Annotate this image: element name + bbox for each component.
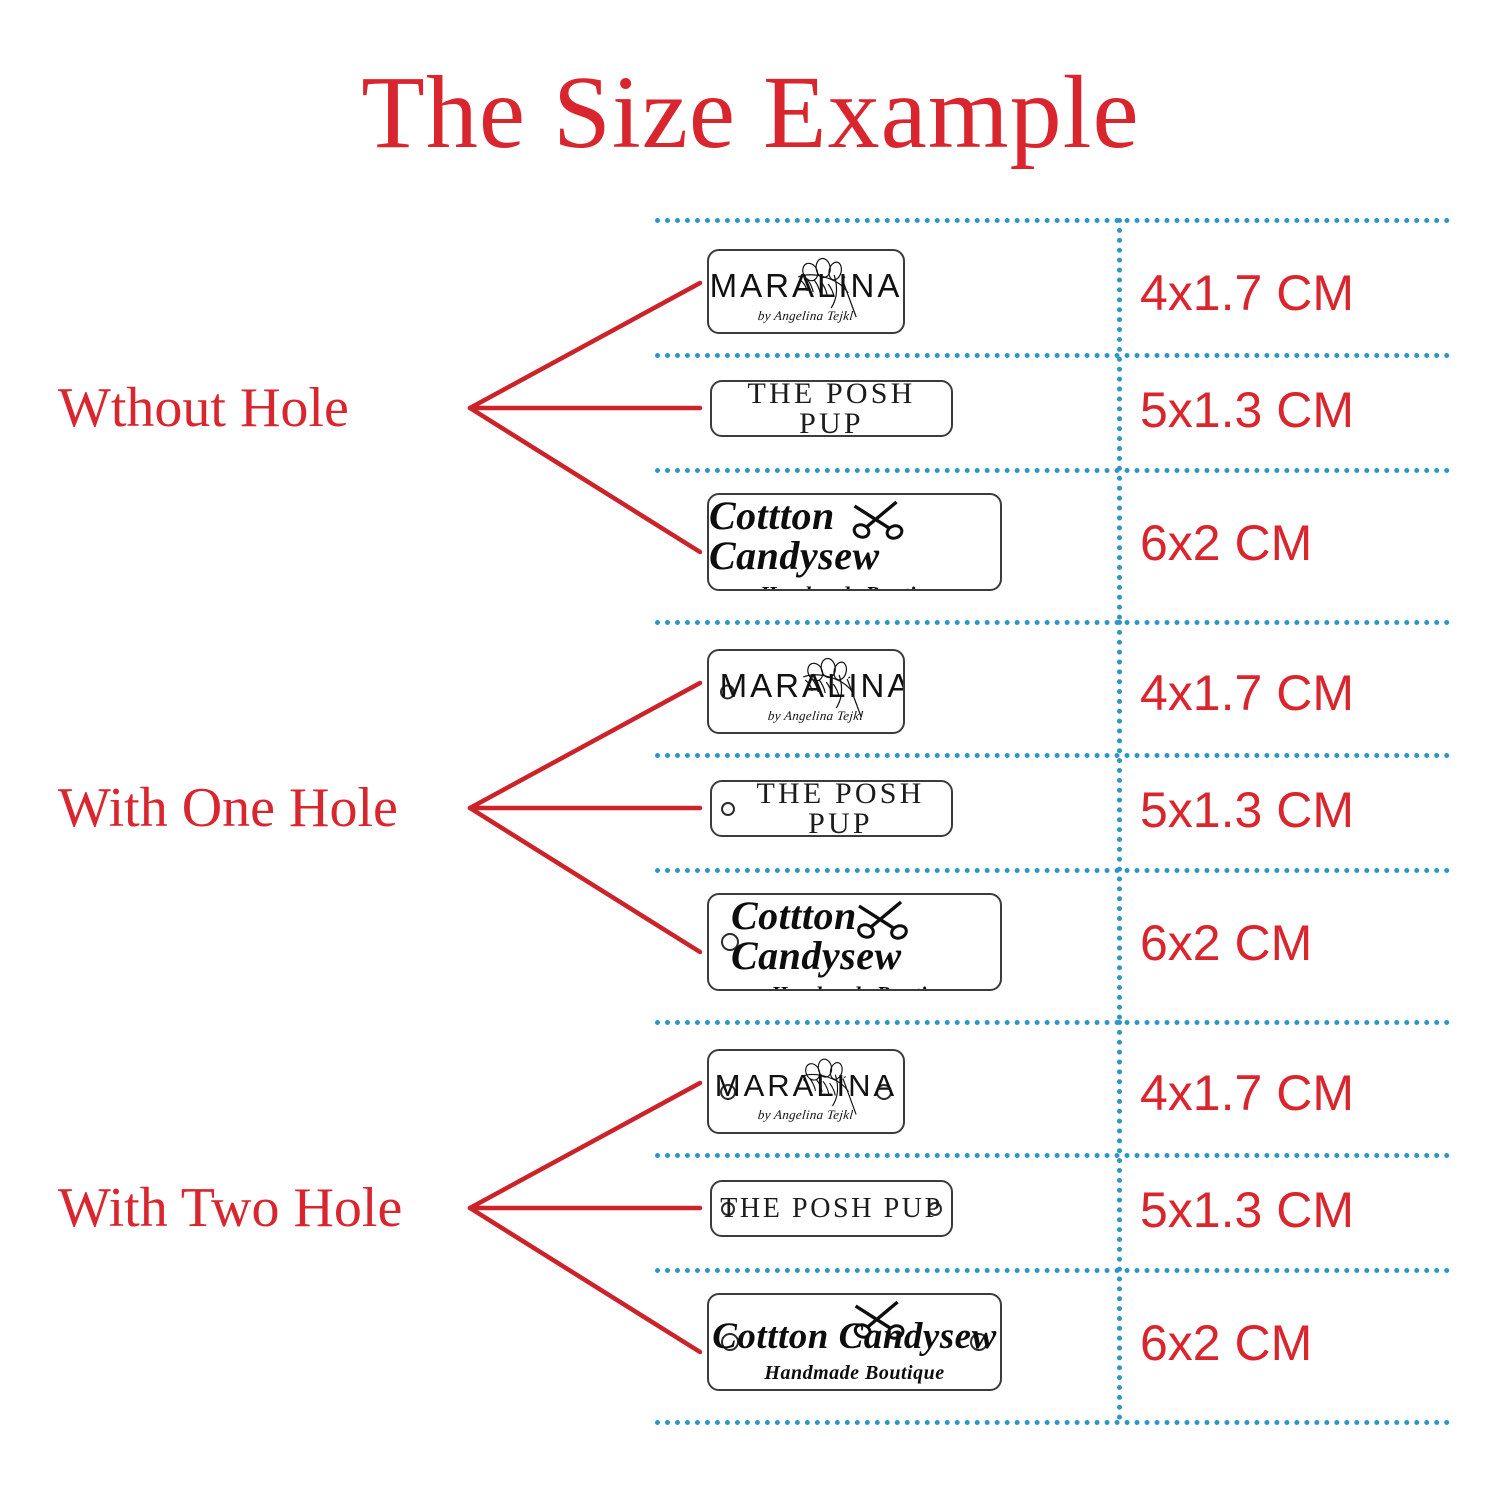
connector-g1-top	[467, 280, 703, 411]
size-label-g1-candysew: 6x2 CM	[1140, 515, 1313, 571]
connector-g2-top	[467, 680, 703, 811]
category-label-without-hole: Wthout Hole	[58, 377, 349, 439]
tag-candysew-subtitle: Handmade Boutique	[764, 1361, 945, 1384]
tag-maralina-name: MARALINA	[714, 1068, 898, 1103]
size-example-diagram: The Size Example Wthout Hole With One Ho…	[0, 0, 1501, 1501]
size-label-g1-posh: 5x1.3 CM	[1140, 382, 1354, 438]
grid-vline-group-2	[1117, 620, 1122, 1020]
category-label-with-two-hole: With Two Hole	[58, 1177, 403, 1239]
tag-maralina-two-hole: MARALINA by Angelina Tejkl	[707, 1049, 905, 1134]
grid-hline-5	[655, 753, 1450, 758]
size-label-g1-maralina: 4x1.7 CM	[1140, 265, 1354, 321]
tag-candysew-name: Cottton Candysew	[731, 893, 902, 978]
tag-candysew-subtitle: Handmade Boutique	[760, 583, 949, 589]
size-label-g2-maralina: 4x1.7 CM	[1140, 665, 1354, 721]
grid-hline-7	[655, 1020, 1450, 1025]
tag-maralina-subtitle: by Angelina Tejkl	[757, 1107, 855, 1122]
tag-candysew-no-hole: Cottton Candysew Handmade Boutique	[707, 493, 1002, 591]
size-label-g3-posh: 5x1.3 CM	[1140, 1182, 1354, 1238]
grid-hline-2	[655, 353, 1450, 358]
connector-g3-top	[467, 1080, 703, 1211]
tag-posh-pup-name: THE POSH PUP	[747, 380, 916, 437]
grid-hline-9	[655, 1268, 1450, 1273]
size-label-g3-maralina: 4x1.7 CM	[1140, 1065, 1354, 1121]
tag-candysew-name: Cottton Candysew	[712, 1315, 997, 1357]
tag-candysew-name: Cottton Candysew	[709, 493, 880, 578]
grid-hline-1	[655, 218, 1450, 223]
tag-posh-pup-name: THE POSH PUP	[756, 780, 925, 837]
tag-maralina-no-hole: MARALINA by Angelina Tejkl	[707, 249, 905, 334]
tag-posh-pup-two-hole: THE POSH PUP	[710, 1180, 953, 1237]
tag-candysew-subtitle: Handmade Boutique	[771, 983, 960, 989]
tag-posh-pup-name: THE POSH PUP	[720, 1192, 943, 1224]
grid-vline-group-3	[1117, 1020, 1122, 1420]
grid-hline-10	[655, 1420, 1450, 1425]
tag-maralina-subtitle: by Angelina Tejkl	[757, 308, 855, 323]
tag-candysew-one-hole: Cottton Candysew Handmade Boutique	[707, 893, 1002, 991]
grid-hline-6	[655, 868, 1450, 873]
page-title: The Size Example	[361, 55, 1140, 170]
connector-lines	[467, 280, 703, 1355]
category-label-with-one-hole: With One Hole	[58, 777, 398, 839]
tag-maralina-name: MARALINA	[719, 667, 905, 704]
tag-maralina-name: MARALINA	[709, 267, 903, 304]
grid-hline-3	[655, 468, 1450, 473]
tag-maralina-one-hole: MARALINA by Angelina Tejkl	[707, 649, 905, 734]
size-label-g2-posh: 5x1.3 CM	[1140, 782, 1354, 838]
connector-g1-bottom	[467, 405, 703, 555]
connector-g3-bottom	[467, 1205, 703, 1355]
connector-g2-bottom	[467, 805, 703, 955]
grid-hline-8	[655, 1153, 1450, 1158]
size-label-g2-candysew: 6x2 CM	[1140, 915, 1313, 971]
tag-candysew-two-hole: Cottton Candysew Handmade Boutique	[707, 1293, 1002, 1391]
tag-maralina-subtitle: by Angelina Tejkl	[767, 708, 865, 723]
tag-posh-pup-no-hole: THE POSH PUP	[710, 380, 953, 437]
grid-vline-group-1	[1117, 218, 1122, 620]
tag-posh-pup-one-hole: THE POSH PUP	[710, 780, 953, 837]
size-label-g3-candysew: 6x2 CM	[1140, 1315, 1313, 1371]
grid-hline-4	[655, 620, 1450, 625]
